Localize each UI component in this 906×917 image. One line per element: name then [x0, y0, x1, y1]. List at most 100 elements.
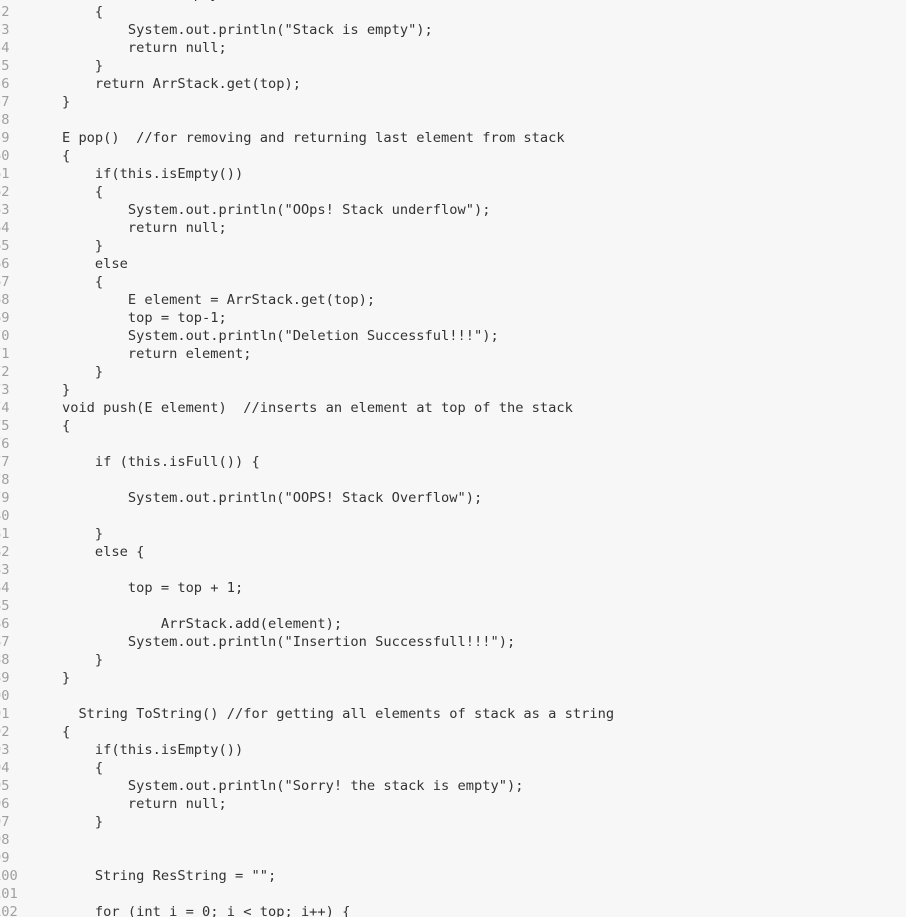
- code-line[interactable]: 60 {: [0, 147, 614, 165]
- code-line[interactable]: 83: [0, 561, 614, 579]
- code-text[interactable]: }: [22, 381, 70, 399]
- code-text[interactable]: }: [22, 57, 103, 75]
- code-text[interactable]: return null;: [22, 219, 227, 237]
- code-line[interactable]: 68 E element = ArrStack.get(top);: [0, 291, 614, 309]
- code-line[interactable]: 63 System.out.println("OOps! Stack under…: [0, 201, 614, 219]
- code-line[interactable]: 101: [0, 885, 614, 903]
- code-line[interactable]: 84 top = top + 1;: [0, 579, 614, 597]
- code-text[interactable]: {: [22, 273, 103, 291]
- code-text[interactable]: top = top-1;: [22, 309, 227, 327]
- code-area[interactable]: 51 if(this.isEmpty())52 {53 System.out.p…: [0, 0, 614, 917]
- code-line[interactable]: 62 {: [0, 183, 614, 201]
- code-text[interactable]: E element = ArrStack.get(top);: [22, 291, 375, 309]
- code-line[interactable]: 96 return null;: [0, 795, 614, 813]
- code-line[interactable]: 95 System.out.println("Sorry! the stack …: [0, 777, 614, 795]
- code-text[interactable]: [22, 831, 29, 849]
- code-text[interactable]: String ResString = "";: [22, 867, 276, 885]
- code-line[interactable]: 86 ArrStack.add(element);: [0, 615, 614, 633]
- code-text[interactable]: }: [22, 93, 70, 111]
- code-line[interactable]: 74 void push(E element) //inserts an ele…: [0, 399, 614, 417]
- code-text[interactable]: }: [22, 813, 103, 831]
- code-text[interactable]: else {: [22, 543, 144, 561]
- code-editor[interactable]: 51 if(this.isEmpty())52 {53 System.out.p…: [0, 0, 906, 917]
- code-text[interactable]: [22, 561, 29, 579]
- code-line[interactable]: 89 }: [0, 669, 614, 687]
- code-line[interactable]: 59 E pop() //for removing and returning …: [0, 129, 614, 147]
- code-line[interactable]: 93 if(this.isEmpty()): [0, 741, 614, 759]
- code-line[interactable]: 92 {: [0, 723, 614, 741]
- code-text[interactable]: [22, 111, 29, 129]
- code-text[interactable]: [22, 687, 29, 705]
- code-line[interactable]: 67 {: [0, 273, 614, 291]
- code-line[interactable]: 73 }: [0, 381, 614, 399]
- code-text[interactable]: [22, 849, 29, 867]
- code-text[interactable]: [22, 597, 29, 615]
- code-text[interactable]: return null;: [22, 39, 227, 57]
- code-line[interactable]: 100 String ResString = "";: [0, 867, 614, 885]
- code-text[interactable]: {: [22, 759, 103, 777]
- code-line[interactable]: 80: [0, 507, 614, 525]
- code-text[interactable]: }: [22, 669, 70, 687]
- code-text[interactable]: System.out.println("Deletion Successful!…: [22, 327, 499, 345]
- code-line[interactable]: 58: [0, 111, 614, 129]
- code-line[interactable]: 94 {: [0, 759, 614, 777]
- code-text[interactable]: }: [22, 363, 103, 381]
- code-text[interactable]: E pop() //for removing and returning las…: [22, 129, 565, 147]
- code-text[interactable]: {: [22, 147, 70, 165]
- code-line[interactable]: 98: [0, 831, 614, 849]
- code-text[interactable]: {: [22, 417, 70, 435]
- code-line[interactable]: 57 }: [0, 93, 614, 111]
- code-text[interactable]: System.out.println("Stack is empty");: [22, 21, 433, 39]
- code-line[interactable]: 61 if(this.isEmpty()): [0, 165, 614, 183]
- code-line[interactable]: 77 if (this.isFull()) {: [0, 453, 614, 471]
- code-line[interactable]: 88 }: [0, 651, 614, 669]
- code-text[interactable]: System.out.println("OOps! Stack underflo…: [22, 201, 491, 219]
- code-text[interactable]: {: [22, 3, 103, 21]
- code-line[interactable]: 90: [0, 687, 614, 705]
- code-text[interactable]: top = top + 1;: [22, 579, 243, 597]
- code-line[interactable]: 85: [0, 597, 614, 615]
- code-line[interactable]: 81 }: [0, 525, 614, 543]
- code-line[interactable]: 97 }: [0, 813, 614, 831]
- code-text[interactable]: }: [22, 651, 103, 669]
- code-line[interactable]: 69 top = top-1;: [0, 309, 614, 327]
- code-text[interactable]: System.out.println("Sorry! the stack is …: [22, 777, 524, 795]
- code-line[interactable]: 72 }: [0, 363, 614, 381]
- code-line[interactable]: 53 System.out.println("Stack is empty");: [0, 21, 614, 39]
- code-text[interactable]: void push(E element) //inserts an elemen…: [22, 399, 573, 417]
- code-line[interactable]: 82 else {: [0, 543, 614, 561]
- code-line[interactable]: 87 System.out.println("Insertion Success…: [0, 633, 614, 651]
- code-text[interactable]: [22, 435, 29, 453]
- code-line[interactable]: 75 {: [0, 417, 614, 435]
- code-line[interactable]: 78: [0, 471, 614, 489]
- code-text[interactable]: if(this.isEmpty()): [22, 165, 243, 183]
- code-text[interactable]: if (this.isFull()) {: [22, 453, 260, 471]
- code-line[interactable]: 76: [0, 435, 614, 453]
- code-line[interactable]: 55 }: [0, 57, 614, 75]
- code-line[interactable]: 91 String ToString() //for getting all e…: [0, 705, 614, 723]
- code-line[interactable]: 99: [0, 849, 614, 867]
- code-text[interactable]: System.out.println("OOPS! Stack Overflow…: [22, 489, 482, 507]
- code-text[interactable]: System.out.println("Insertion Successful…: [22, 633, 515, 651]
- code-text[interactable]: if(this.isEmpty()): [22, 741, 243, 759]
- code-line[interactable]: 102 for (int i = 0; i < top; i++) {: [0, 903, 614, 917]
- code-text[interactable]: {: [22, 183, 103, 201]
- code-line[interactable]: 66 else: [0, 255, 614, 273]
- code-text[interactable]: }: [22, 237, 103, 255]
- code-text[interactable]: return null;: [22, 795, 227, 813]
- code-line[interactable]: 65 }: [0, 237, 614, 255]
- code-text[interactable]: else: [22, 255, 128, 273]
- code-text[interactable]: for (int i = 0; i < top; i++) {: [22, 903, 350, 917]
- code-line[interactable]: 79 System.out.println("OOPS! Stack Overf…: [0, 489, 614, 507]
- code-line[interactable]: 52 {: [0, 3, 614, 21]
- code-line[interactable]: 54 return null;: [0, 39, 614, 57]
- code-line[interactable]: 56 return ArrStack.get(top);: [0, 75, 614, 93]
- code-line[interactable]: 71 return element;: [0, 345, 614, 363]
- code-text[interactable]: }: [22, 525, 103, 543]
- code-line[interactable]: 70 System.out.println("Deletion Successf…: [0, 327, 614, 345]
- code-text[interactable]: [22, 885, 29, 903]
- code-text[interactable]: ArrStack.add(element);: [22, 615, 342, 633]
- code-text[interactable]: return ArrStack.get(top);: [22, 75, 301, 93]
- code-text[interactable]: {: [22, 723, 70, 741]
- code-text[interactable]: [22, 507, 29, 525]
